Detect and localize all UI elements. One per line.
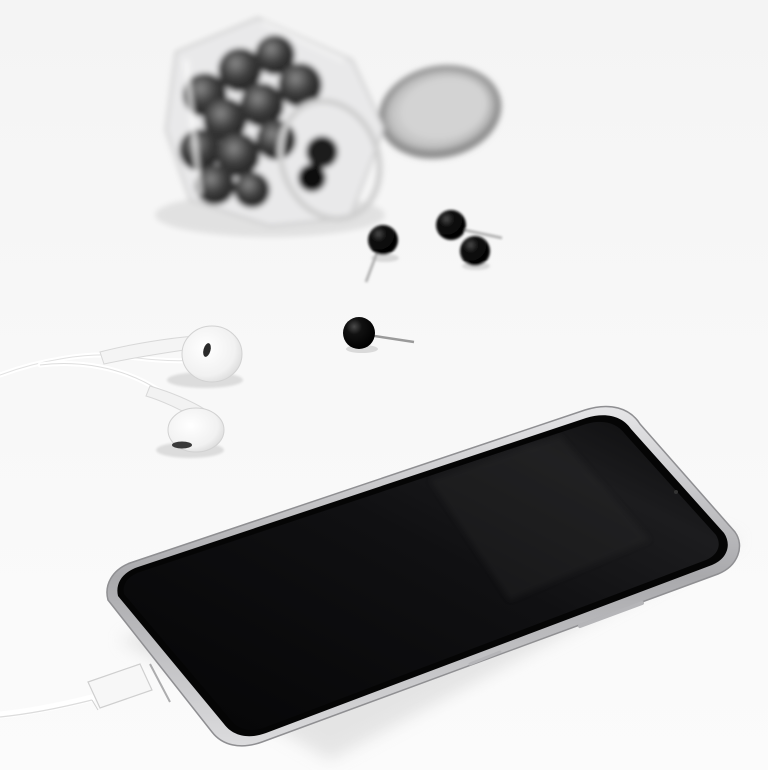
photo-scene bbox=[0, 0, 768, 770]
front-camera bbox=[674, 490, 678, 494]
photo-canvas bbox=[0, 0, 768, 770]
black-pushpin bbox=[460, 236, 490, 270]
